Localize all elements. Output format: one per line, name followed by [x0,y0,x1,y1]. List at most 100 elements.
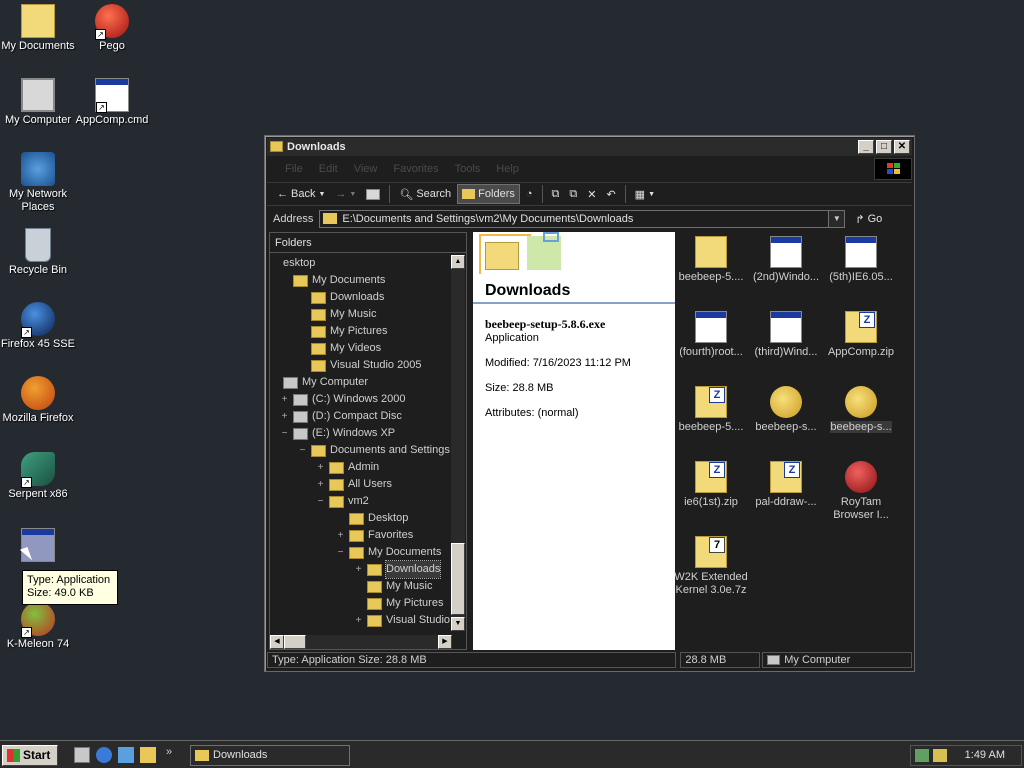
tree-node[interactable]: − (E:) Windows XP [280,425,395,442]
desktop-icon-pego[interactable]: ↗ Pego [74,4,150,53]
folders-button[interactable]: Folders [457,184,520,204]
tree-node[interactable]: My Documents [280,272,385,289]
tree-node[interactable]: + Admin [316,459,379,476]
outlook-icon[interactable] [118,747,134,763]
show-desktop-icon[interactable] [74,747,90,763]
desktop-icon-firefox45[interactable]: ↗ Firefox 45 SSE [0,302,76,351]
desktop-icon-serpent[interactable]: ↗ Serpent x86 [0,452,76,501]
task-downloads[interactable]: Downloads [190,745,350,766]
desktop-icon-appcomp[interactable]: ↗ AppComp.cmd [74,78,150,127]
scroll-right-icon[interactable]: ▶ [438,635,452,649]
tree-vertical-scrollbar[interactable]: ▲ ▼ [451,255,465,631]
desktop-icon-my-computer[interactable]: My Computer [0,78,76,127]
tree-node[interactable]: + (C:) Windows 2000 [280,391,406,408]
start-button[interactable]: Start [2,745,58,766]
expand-toggle-icon[interactable]: + [280,408,289,425]
scroll-down-icon[interactable]: ▼ [451,617,465,631]
file-item[interactable]: (2nd)Windo... [748,236,824,284]
file-item[interactable]: beebeep-5.... [673,386,749,434]
desktop-icon-kmeleon[interactable]: ↗ K-Meleon 74 [0,602,76,651]
tree-node[interactable]: My Pictures [298,323,387,340]
expand-toggle-icon[interactable]: + [280,391,289,408]
tree-node[interactable]: My Music [354,578,432,595]
tree-node[interactable]: Visual Studio 2005 [298,357,422,374]
scroll-left-icon[interactable]: ◀ [270,635,284,649]
title-bar[interactable]: Downloads _ □ ✕ [267,138,912,156]
close-button[interactable]: ✕ [894,140,910,154]
tree-node[interactable]: − Documents and Settings [298,442,450,459]
tree-node[interactable]: − vm2 [316,493,369,510]
views-button[interactable]: ▦ ▼ [631,184,659,204]
expand-toggle-icon[interactable]: + [336,527,345,544]
expand-toggle-icon[interactable]: − [316,493,325,510]
tree-node[interactable]: + Favorites [336,527,413,544]
scroll-up-icon[interactable]: ▲ [451,255,465,269]
explorer-icon[interactable] [140,747,156,763]
desktop-icon-firefox[interactable]: Mozilla Firefox [0,376,76,425]
file-item[interactable]: (third)Wind... [748,311,824,359]
tree-node[interactable]: + Visual Studio 20 [354,612,452,629]
file-item[interactable]: pal-ddraw-... [748,461,824,509]
quick-launch-more-icon[interactable]: » [166,746,172,758]
expand-toggle-icon[interactable]: − [298,442,307,459]
menu-tools[interactable]: Tools [447,163,489,175]
desktop-icon-unnamed[interactable] [0,528,76,564]
delete-button[interactable]: ✕ [583,184,600,204]
expand-toggle-icon[interactable]: − [336,544,345,561]
scroll-thumb[interactable] [451,543,465,615]
menu-view[interactable]: View [346,163,386,175]
address-dropdown-icon[interactable]: ▼ [828,211,845,227]
tree-node[interactable]: + All Users [316,476,392,493]
menu-edit[interactable]: Edit [311,163,346,175]
up-folder-button[interactable] [362,184,384,204]
back-button[interactable]: ← Back ▼ [273,184,329,204]
move-to-button[interactable]: ⧉ [548,184,564,204]
tree-node[interactable]: − My Documents [336,544,441,561]
explorer-window[interactable]: Downloads _ □ ✕ File Edit View Favorites… [264,135,915,672]
file-item[interactable]: AppComp.zip [823,311,899,359]
tree-node[interactable]: My Pictures [354,595,443,612]
menu-favorites[interactable]: Favorites [385,163,446,175]
copy-to-button[interactable]: ⧉ [565,184,581,204]
expand-toggle-icon[interactable]: − [280,425,289,442]
tree-node[interactable]: Desktop [336,510,408,527]
expand-toggle-icon[interactable]: + [316,459,325,476]
tree-node[interactable]: My Music [298,306,376,323]
search-button[interactable]: 🔍︎ Search [395,184,455,204]
file-item[interactable]: beebeep-s... [823,386,899,434]
history-icon: ◔ [525,188,533,200]
file-item[interactable]: beebeep-5.... [673,236,749,284]
network-tray-icon[interactable] [915,749,929,762]
expand-toggle-icon[interactable]: + [354,561,363,578]
file-item[interactable]: W2K Extended Kernel 3.0e.7z [673,536,749,597]
file-item[interactable]: (fourth)root... [673,311,749,359]
minimize-button[interactable]: _ [858,140,874,154]
tree-node[interactable]: My Videos [298,340,381,357]
expand-toggle-icon[interactable]: + [354,612,363,629]
expand-toggle-icon[interactable]: + [316,476,325,493]
address-input[interactable]: E:\Documents and Settings\vm2\My Documen… [319,210,846,228]
tree-node[interactable]: + (D:) Compact Disc [280,408,402,425]
file-item[interactable]: RoyTam Browser I... [823,461,899,522]
file-item[interactable]: ie6(1st).zip [673,461,749,509]
tree-node[interactable]: + Downloads [354,560,442,579]
undo-button[interactable]: ↶ [602,184,619,204]
file-item[interactable]: (5th)IE6.05... [823,236,899,284]
tree-horizontal-scrollbar[interactable]: ◀ ▶ [270,635,452,649]
tree-node[interactable]: esktop [270,255,315,272]
volume-tray-icon[interactable] [933,749,947,762]
ie-icon[interactable] [96,747,112,763]
tree-node[interactable]: Downloads [298,289,384,306]
desktop-icon-recycle-bin[interactable]: Recycle Bin [0,228,76,277]
maximize-button[interactable]: □ [876,140,892,154]
menu-file[interactable]: File [277,163,311,175]
go-button[interactable]: ↱ Go [855,213,882,226]
tree-node[interactable]: My Computer [270,374,368,391]
forward-button[interactable]: → ▼ [331,184,360,204]
desktop-icon-network[interactable]: My Network Places [0,152,76,214]
scroll-thumb[interactable] [284,635,306,649]
history-button[interactable]: ◔ [522,184,537,204]
file-item[interactable]: beebeep-s... [748,386,824,434]
menu-help[interactable]: Help [488,163,527,175]
desktop-icon-my-documents[interactable]: My Documents [0,4,76,53]
